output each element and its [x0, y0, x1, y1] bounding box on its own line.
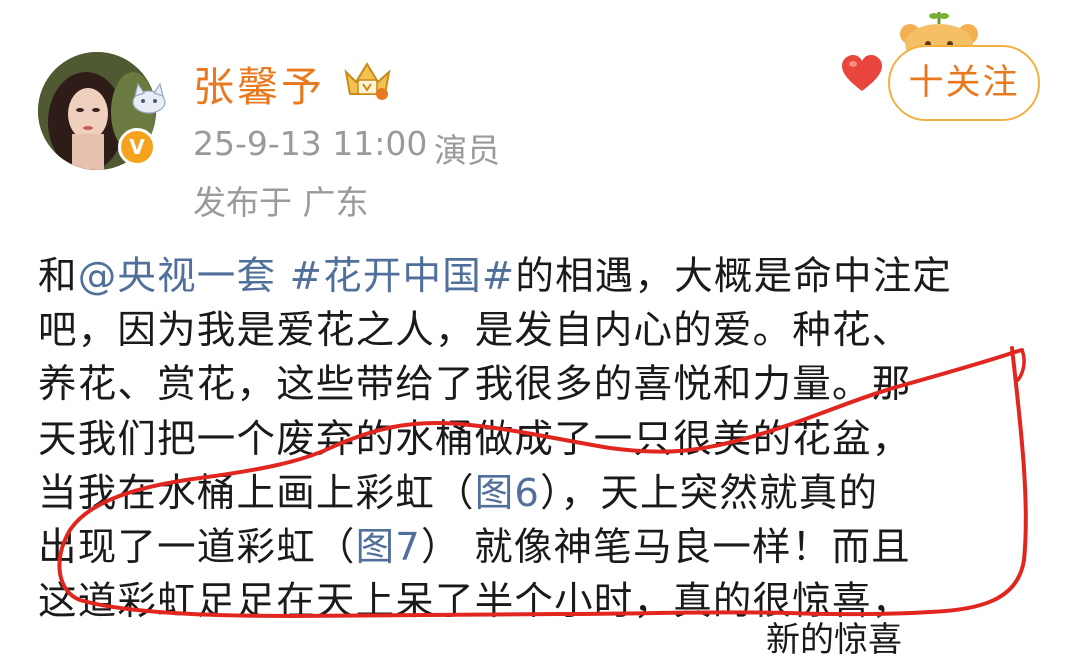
post-time: 25-9-13 11:00	[193, 124, 428, 163]
text-segment: 当我在水桶上画上彩虹（	[38, 470, 475, 516]
post-line: 和@央视一套 #花开中国#的相遇，大概是命中注定	[38, 250, 1058, 304]
text-segment: 养花、赏花，这些带给了我很多的喜悦和力量。那	[38, 362, 912, 408]
mention-link[interactable]: @央视一套	[78, 254, 277, 299]
text-segment: 和	[38, 254, 78, 299]
crown-icon[interactable]	[340, 58, 395, 102]
follow-button[interactable]: 十关注	[888, 45, 1040, 121]
image-link-6[interactable]: 图6	[475, 471, 540, 516]
text-segment: 出现了一道彩虹（	[38, 524, 356, 570]
image-link-7[interactable]: 图7	[356, 525, 421, 570]
text-segment	[276, 254, 289, 299]
text-segment: 吧，因为我是爱花之人，是发自内心的爱。种花、	[38, 308, 912, 354]
text-segment: ），天上突然就真的	[540, 470, 879, 516]
author-name[interactable]: 张馨予	[193, 53, 325, 113]
verified-badge-icon: V	[118, 128, 156, 166]
post-line: 养花、赏花，这些带给了我很多的喜悦和力量。那	[38, 358, 1058, 412]
post-location: 发布于 广东	[193, 183, 369, 222]
text-segment: 的相遇，大概是命中注定	[515, 254, 953, 299]
post-line: 吧，因为我是爱花之人，是发自内心的爱。种花、	[38, 304, 1058, 358]
text-segment: ） 就像神笔马良一样！而且	[421, 524, 911, 570]
hashtag-link[interactable]: #花开中国#	[290, 254, 516, 299]
watermark: 新的惊喜	[760, 612, 908, 661]
text-segment: 天我们把一个废弃的水桶做成了一只很美的花盆，	[38, 416, 912, 462]
post-line: 天我们把一个废弃的水桶做成了一只很美的花盆，	[38, 413, 1058, 467]
heart-icon	[842, 55, 882, 91]
avatar[interactable]: V	[38, 52, 166, 170]
post-body: 和@央视一套 #花开中国#的相遇，大概是命中注定 吧，因为我是爱花之人，是发自内…	[38, 250, 1058, 629]
author-role: 演员	[434, 131, 500, 170]
post-line: 当我在水桶上画上彩虹（图6），天上突然就真的	[38, 467, 1058, 521]
cat-decoration	[132, 82, 166, 114]
post-line: 出现了一道彩虹（图7） 就像神笔马良一样！而且	[38, 521, 1058, 575]
